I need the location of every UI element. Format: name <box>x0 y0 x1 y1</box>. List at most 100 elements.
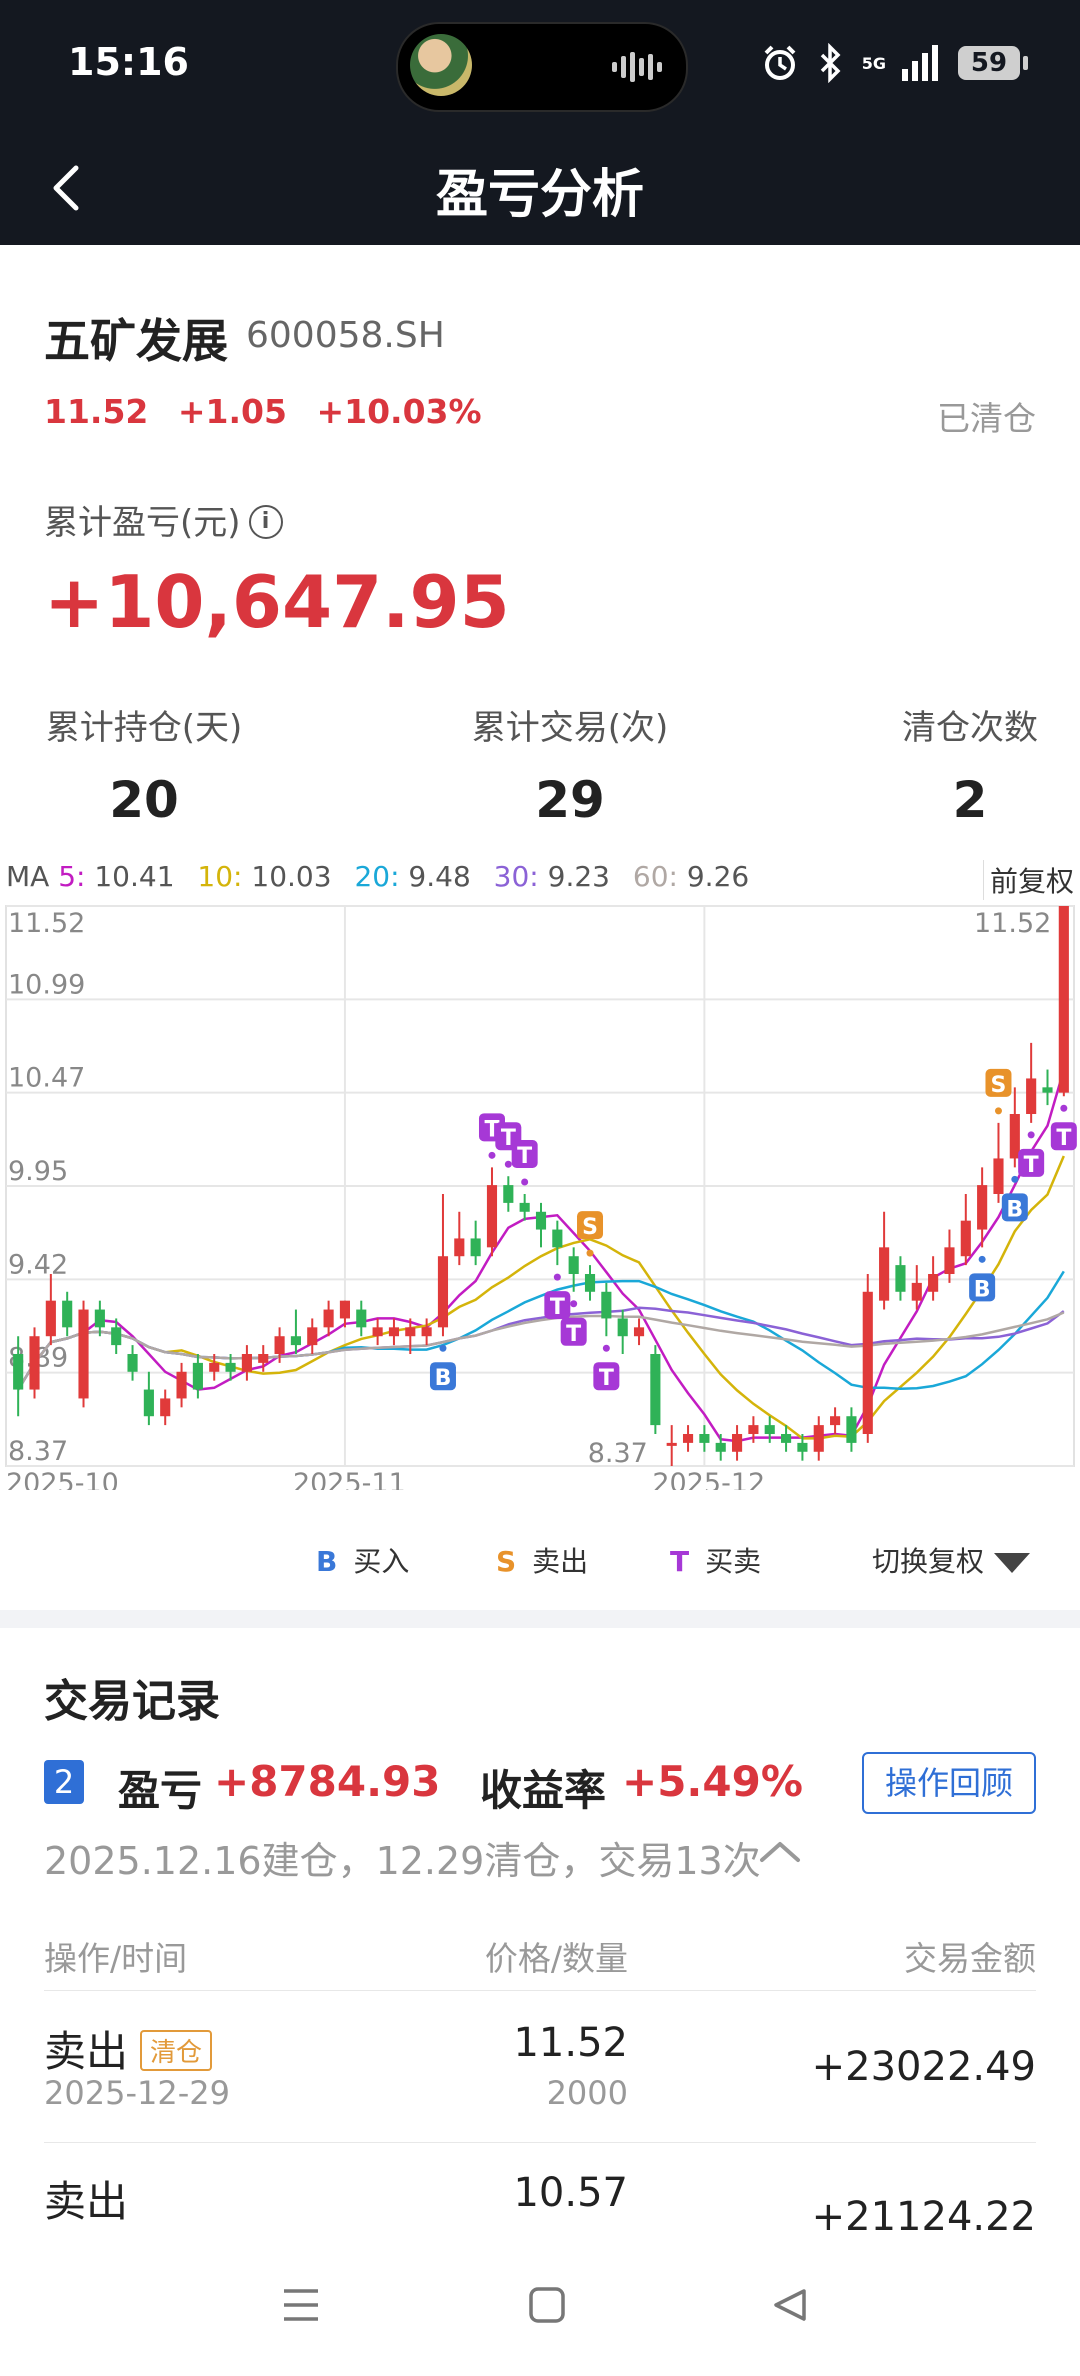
candle-body <box>111 1327 122 1346</box>
record-summary: 2025.12.16建仓，12.29清仓，交易13次 <box>44 1839 761 1883</box>
candle-body <box>928 1274 939 1292</box>
ma-key: 60: <box>624 860 678 893</box>
cumulative-pl-value: +10,647.95 <box>44 560 510 644</box>
candle-body <box>372 1327 383 1337</box>
trade-marker-letter: T <box>566 1322 581 1347</box>
switch-adjust-button[interactable]: 切换复权 <box>872 1540 1030 1580</box>
y-tick-label: 11.52 <box>8 908 85 939</box>
ma-value: 9.23 <box>538 860 610 893</box>
triangle-down-icon <box>994 1553 1030 1573</box>
menu-icon[interactable] <box>280 2285 322 2325</box>
candle-body <box>846 1416 857 1443</box>
trade-marker-dot <box>1060 1104 1068 1112</box>
candle-body <box>62 1300 73 1328</box>
trade-marker-letter: T <box>599 1366 614 1391</box>
trade-marker-letter: B <box>435 1366 452 1391</box>
price-adjust-label[interactable]: 前复权 <box>982 860 1074 900</box>
candle-body <box>339 1300 351 1319</box>
candle-body <box>1058 906 1069 1093</box>
candle-body <box>486 1185 498 1248</box>
ma-value: 9.48 <box>399 860 471 893</box>
legend-buy: B 买入 <box>316 1540 409 1580</box>
ma-value: 10.03 <box>242 860 332 893</box>
stat-holding-days: 累计持仓(天) 20 <box>44 700 244 829</box>
candle-body <box>781 1434 792 1443</box>
kline-chart[interactable]: 11.5210.9910.479.959.428.898.372025-1020… <box>0 900 1080 1490</box>
legend-trade-label: 买卖 <box>705 1545 762 1578</box>
record-index-badge: 2 <box>44 1760 84 1804</box>
candle-body <box>258 1354 269 1363</box>
row-quantity: 2000 <box>546 2074 628 2112</box>
trade-marker-letter: T <box>1024 1153 1039 1178</box>
y-tick-label: 10.99 <box>8 969 85 1000</box>
candle-body <box>666 1442 677 1446</box>
candle-body <box>160 1398 171 1417</box>
row-action-label: 卖出 <box>44 2027 129 2076</box>
price-line: 11.52 +1.05 +10.03% <box>44 392 500 431</box>
candle-body <box>241 1354 252 1372</box>
record-return-value: +5.49% <box>622 1757 803 1806</box>
operation-review-button[interactable]: 操作回顾 <box>862 1752 1036 1814</box>
legend-trade-letter: T <box>670 1545 690 1578</box>
candle-body <box>290 1336 301 1346</box>
candle-body <box>993 1158 1004 1194</box>
y-tick-label: 9.95 <box>8 1156 68 1187</box>
stock-name: 五矿发展 <box>44 314 228 368</box>
trade-marker-dot <box>586 1249 594 1257</box>
row-divider <box>44 1990 1036 1991</box>
record-return-label: 收益率 <box>480 1766 607 1815</box>
candle-body <box>731 1434 743 1452</box>
ma-values-row: MA 5: 10.41 10: 10.03 20: 9.48 30: 9.23 … <box>6 860 763 893</box>
candle-body <box>715 1442 726 1452</box>
stock-price: 11.52 <box>44 392 149 431</box>
candle-body <box>470 1238 481 1257</box>
candle-body <box>274 1336 285 1354</box>
dynamic-island[interactable] <box>396 22 688 112</box>
record-pl-label: 盈亏 <box>118 1766 203 1815</box>
trade-marker-dot <box>994 1107 1002 1115</box>
candle-body <box>45 1300 56 1337</box>
record-pl-value: +8784.93 <box>214 1757 441 1806</box>
trade-marker-letter: B <box>974 1277 991 1302</box>
ma-key: 20: <box>345 860 400 893</box>
status-icons: 5G 59 <box>760 38 1028 88</box>
candle-body <box>1009 1114 1020 1159</box>
trade-marker-dot <box>978 1255 986 1263</box>
candle-body <box>225 1362 236 1372</box>
candle-body <box>356 1309 367 1328</box>
legend-sell: S 卖出 <box>496 1540 588 1580</box>
candle-body <box>29 1336 40 1390</box>
row-date: 2025-12-29 <box>44 2074 230 2112</box>
signal-icon <box>902 45 938 81</box>
candle-body <box>388 1327 400 1337</box>
back-triangle-icon[interactable] <box>770 2285 810 2325</box>
x-tick-label: 2025-12 <box>652 1468 765 1490</box>
info-icon[interactable]: i <box>248 504 283 539</box>
candle-body <box>944 1247 955 1274</box>
candle-body <box>405 1327 416 1337</box>
candle-body <box>568 1256 579 1274</box>
candle-body <box>176 1371 187 1399</box>
candle-body <box>879 1247 890 1301</box>
candle-body <box>421 1327 432 1337</box>
candle-body <box>977 1185 988 1230</box>
section-divider <box>0 1610 1080 1628</box>
trade-marker-letter: T <box>550 1295 565 1320</box>
trade-marker-dot <box>1027 1131 1035 1139</box>
row-price: 11.52 <box>513 2020 628 2066</box>
alarm-icon <box>764 45 796 80</box>
nav-bar: 盈亏分析 <box>0 130 1080 245</box>
candle-body <box>699 1434 710 1443</box>
trade-marker-letter: S <box>582 1215 598 1240</box>
row-action: 卖出 清仓 <box>44 2018 213 2079</box>
candle-body <box>862 1291 873 1434</box>
candle-body <box>911 1282 922 1301</box>
candle-body <box>552 1229 563 1248</box>
chevron-up-icon[interactable] <box>756 1836 804 1866</box>
x-tick-label: 2025-11 <box>293 1468 406 1490</box>
candle-body <box>601 1291 612 1319</box>
home-icon[interactable] <box>527 2285 567 2325</box>
candle-body <box>437 1256 449 1328</box>
y-tick-label: 9.42 <box>8 1249 68 1280</box>
stat-label: 累计交易(次) <box>471 708 669 748</box>
